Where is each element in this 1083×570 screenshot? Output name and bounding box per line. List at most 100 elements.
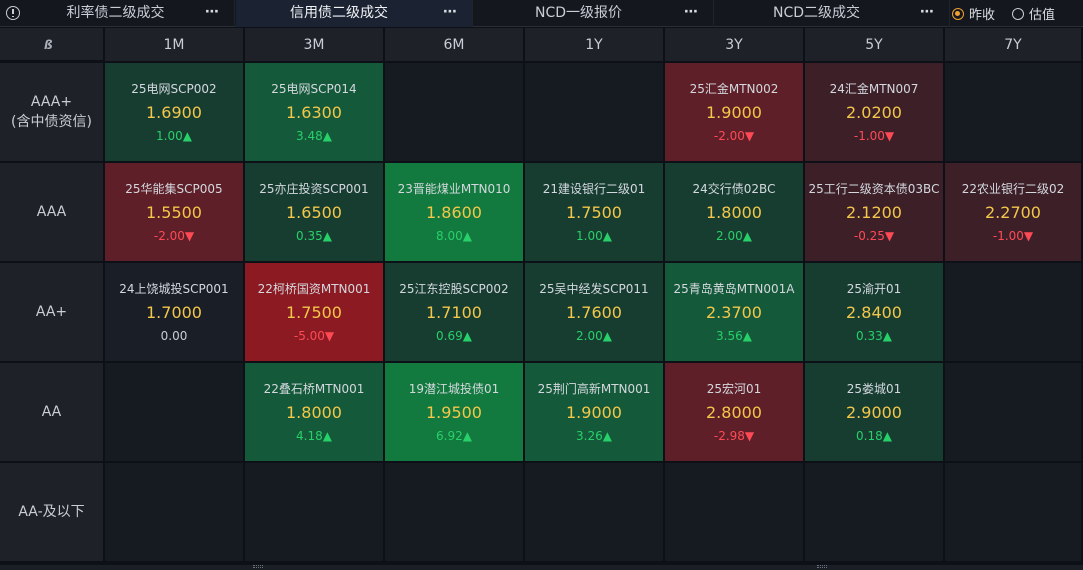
bond-cell[interactable]: 25渝开01 2.8400 0.33▲: [805, 263, 945, 363]
bond-cell[interactable]: 22柯桥国资MTN001 1.7500 -5.00▼: [245, 263, 385, 363]
bond-cell[interactable]: 22农业银行二级02 2.2700 -1.00▼: [945, 163, 1083, 263]
bond-cell[interactable]: 25吴中经发SCP011 1.7600 2.00▲: [525, 263, 665, 363]
bond-yield: 1.9000: [566, 403, 622, 422]
tab-label: NCD二级成交: [772, 5, 861, 21]
bond-yield: 2.8000: [706, 403, 762, 422]
bond-name: 22叠石桥MTN001: [263, 382, 365, 396]
radio-label: 昨收: [969, 8, 996, 23]
bond-yield: 2.8400: [846, 303, 902, 322]
bond-yield: 1.8600: [426, 203, 482, 222]
column-header-3m[interactable]: 3M: [245, 28, 385, 63]
resize-grip-icon[interactable]: [253, 565, 263, 568]
bond-name: 25电网SCP002: [131, 82, 217, 96]
bond-change-bp: 3.26▲: [576, 429, 612, 443]
bond-change-bp: 4.18▲: [296, 429, 332, 443]
column-header-3y[interactable]: 3Y: [665, 28, 805, 63]
row-label-rating: AAA+ (含中债资信): [0, 63, 105, 163]
bond-name: 22农业银行二级02: [961, 182, 1065, 196]
bond-name: 25宏河01: [706, 382, 762, 396]
bond-cell[interactable]: 25汇金MTN002 1.9000 -2.00▼: [665, 63, 805, 163]
bond-change-bp: 2.00▲: [716, 229, 752, 243]
row-label-text: AA: [41, 404, 62, 420]
bond-change-bp: 1.00▲: [576, 229, 612, 243]
bond-yield: 2.0200: [846, 103, 902, 122]
top-tab-bar: 利率债二级成交 ⋯ 信用债二级成交 ⋯ NCD一级报价 ⋯ NCD二级成交 ⋯ 昨收 估值: [0, 0, 1083, 27]
bond-cell[interactable]: 25娄城01 2.9000 0.18▲: [805, 363, 945, 463]
bond-yield: 2.2700: [985, 203, 1041, 222]
radio-circle-icon[interactable]: [1012, 7, 1024, 20]
bond-cell[interactable]: 25电网SCP014 1.6300 3.48▲: [245, 63, 385, 163]
column-header-6m[interactable]: 6M: [385, 28, 525, 63]
more-options-icon[interactable]: ⋯: [443, 0, 458, 25]
tab-4[interactable]: NCD二级成交 ⋯: [714, 0, 950, 27]
more-options-icon[interactable]: ⋯: [205, 0, 220, 25]
row-label-rating: AAA: [0, 163, 105, 263]
resize-grip-icon[interactable]: [817, 565, 827, 568]
bond-cell[interactable]: 24上饶城投SCP001 1.7000 0.00: [105, 263, 245, 363]
bond-yield: 1.7100: [426, 303, 482, 322]
radio-option-2[interactable]: 估值: [1012, 0, 1055, 27]
empty-cell: [945, 63, 1083, 163]
empty-cell: [385, 63, 525, 163]
bond-name: 19潜江城投债01: [408, 382, 500, 396]
bond-change-bp: -1.00▼: [853, 129, 895, 143]
bond-cell[interactable]: 23晋能煤业MTN010 1.8600 8.00▲: [385, 163, 525, 263]
price-basis-radio-group: 昨收 估值: [952, 0, 1083, 27]
empty-cell: [245, 463, 385, 563]
bond-name: 25华能集SCP005: [125, 182, 223, 196]
row-label-text: (含中债资信): [11, 114, 92, 130]
bond-cell[interactable]: 21建设银行二级01 1.7500 1.00▲: [525, 163, 665, 263]
bond-cell[interactable]: 25亦庄投资SCP001 1.6500 0.35▲: [245, 163, 385, 263]
bond-cell[interactable]: 22叠石桥MTN001 1.8000 4.18▲: [245, 363, 385, 463]
radio-option-1[interactable]: 昨收: [952, 0, 995, 27]
bond-yield: 1.7600: [566, 303, 622, 322]
column-header-7y[interactable]: 7Y: [945, 28, 1083, 63]
info-icon[interactable]: [6, 6, 20, 20]
tab-label: 利率债二级成交: [66, 5, 165, 21]
bond-name: 21建设银行二级01: [542, 182, 646, 196]
bond-name: 24上饶城投SCP001: [119, 282, 229, 296]
bond-cell[interactable]: 25工行二级资本债03BC 2.1200 -0.25▼: [805, 163, 945, 263]
bond-cell[interactable]: 25宏河01 2.8000 -2.98▼: [665, 363, 805, 463]
empty-cell: [105, 363, 245, 463]
bond-cell[interactable]: 25青岛黄岛MTN001A 2.3700 3.56▲: [665, 263, 805, 363]
column-header-5y[interactable]: 5Y: [805, 28, 945, 63]
bond-cell[interactable]: 25电网SCP002 1.6900 1.00▲: [105, 63, 245, 163]
bond-yield: 1.6500: [286, 203, 342, 222]
empty-cell: [525, 463, 665, 563]
tab-3[interactable]: NCD一级报价 ⋯: [474, 0, 714, 27]
tab-label: 信用债二级成交: [290, 5, 388, 21]
empty-cell: [945, 263, 1083, 363]
more-options-icon[interactable]: ⋯: [684, 0, 699, 25]
bond-cell[interactable]: 25华能集SCP005 1.5500 -2.00▼: [105, 163, 245, 263]
tab-2[interactable]: 信用债二级成交 ⋯: [236, 0, 473, 27]
bond-yield: 1.8000: [706, 203, 762, 222]
rating-tenor-heatmap: ß 1M 3M 6M 1Y 3Y 5Y 7Y AAA+ (含中债资信) 25电网SCP002 1.6…: [0, 28, 1083, 565]
bond-yield: 1.6300: [286, 103, 342, 122]
bottom-resize-bar[interactable]: [0, 565, 1083, 570]
bond-name: 22柯桥国资MTN001: [257, 282, 371, 296]
bond-cell[interactable]: 25荆门高新MTN001 1.9000 3.26▲: [525, 363, 665, 463]
bond-cell[interactable]: 25江东控股SCP002 1.7100 0.69▲: [385, 263, 525, 363]
empty-cell: [385, 463, 525, 563]
bond-change-bp: 3.56▲: [716, 329, 752, 343]
bond-yield: 2.1200: [846, 203, 902, 222]
tab-1[interactable]: 利率债二级成交 ⋯: [27, 0, 235, 27]
bond-change-bp: 0.69▲: [436, 329, 472, 343]
bond-change-bp: -2.00▼: [153, 229, 195, 243]
bond-change-bp: -5.00▼: [293, 329, 335, 343]
bond-yield: 1.8000: [286, 403, 342, 422]
bond-cell[interactable]: 24汇金MTN007 2.0200 -1.00▼: [805, 63, 945, 163]
bond-name: 25汇金MTN002: [689, 82, 779, 96]
radio-circle-icon[interactable]: [952, 7, 964, 20]
bond-cell[interactable]: 24交行债02BC 1.8000 2.00▲: [665, 163, 805, 263]
bond-change-bp: -0.25▼: [853, 229, 895, 243]
column-header-1m[interactable]: 1M: [105, 28, 245, 63]
bond-cell[interactable]: 19潜江城投债01 1.9500 6.92▲: [385, 363, 525, 463]
row-label-text: AA-及以下: [18, 504, 85, 520]
bond-yield: 1.6900: [146, 103, 202, 122]
column-header-1y[interactable]: 1Y: [525, 28, 665, 63]
bond-name: 25娄城01: [846, 382, 902, 396]
row-label-rating: AA: [0, 363, 105, 463]
more-options-icon[interactable]: ⋯: [920, 0, 935, 25]
